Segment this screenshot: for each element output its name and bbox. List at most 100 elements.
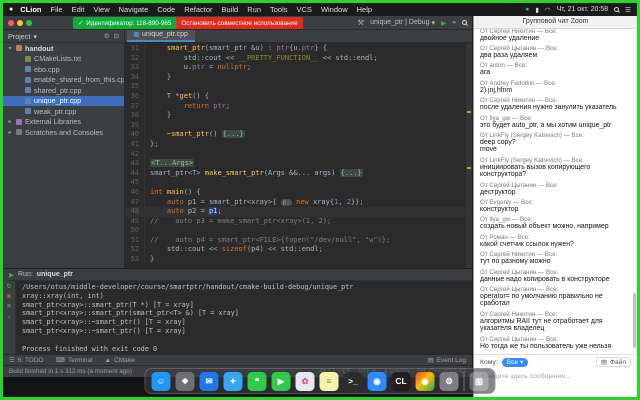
cpp-icon bbox=[25, 66, 31, 72]
menu-run[interactable]: Run bbox=[247, 5, 261, 14]
menu-view[interactable]: View bbox=[94, 5, 110, 14]
tree-item-ebo-cpp[interactable]: ebo.cpp bbox=[3, 64, 124, 75]
dock-chrome-icon[interactable]: ◉ bbox=[416, 372, 435, 391]
run-panel-title: Run: bbox=[18, 271, 33, 278]
run-config-selector[interactable]: unique_ptr | Debug ▾ bbox=[370, 19, 435, 27]
chat-scrollbar[interactable] bbox=[633, 293, 636, 348]
dock-facetime-icon[interactable]: ▶ bbox=[272, 372, 291, 391]
spotlight-icon[interactable] bbox=[614, 7, 619, 12]
menubar-clock[interactable]: Чт, 21 окт. 20:58 bbox=[557, 6, 609, 13]
console-line: smart_ptr<xray>::~smart_ptr() [T = xray] bbox=[22, 318, 466, 327]
toolwindow-terminal[interactable]: ⌨Terminal bbox=[56, 356, 93, 364]
stop-icon[interactable]: ■ bbox=[7, 293, 11, 300]
menu-edit[interactable]: Edit bbox=[72, 5, 85, 14]
tree-item-external-libraries[interactable]: ▸External Libraries bbox=[3, 117, 124, 128]
zoom-share-bar: ✓ Идентификатор: 118-890-965 Остановить … bbox=[73, 17, 303, 29]
chat-message: От anton — Все:ага bbox=[480, 62, 631, 76]
dock-trash-icon[interactable]: ▥ bbox=[470, 372, 489, 391]
menu-code[interactable]: Code bbox=[157, 5, 175, 14]
tree-item-scratches-and-consoles[interactable]: ▸Scratches and Consoles bbox=[3, 127, 124, 138]
editor-scrollbar[interactable] bbox=[466, 43, 472, 268]
debug-icon[interactable]: ● bbox=[452, 19, 456, 26]
rerun-icon[interactable]: ↻ bbox=[6, 283, 11, 290]
maximize-button[interactable] bbox=[26, 20, 32, 26]
run-icon[interactable]: ▶ bbox=[441, 19, 446, 27]
dock-launchpad-icon[interactable]: ❖ bbox=[176, 372, 195, 391]
apple-menu-icon[interactable]: ● bbox=[9, 6, 13, 13]
chat-recipient-selector[interactable]: Все ▾ bbox=[502, 358, 528, 367]
dock-messages-icon[interactable]: ❝ bbox=[248, 372, 267, 391]
dock-terminal-icon[interactable]: >_ bbox=[344, 372, 363, 391]
line-number: 34 bbox=[125, 73, 145, 83]
wifi-icon[interactable]: ◠ bbox=[545, 6, 551, 14]
menu-window[interactable]: Window bbox=[321, 5, 348, 14]
toolwindow-cmake[interactable]: ▲CMake bbox=[105, 356, 135, 364]
menu-vcs[interactable]: VCS bbox=[297, 5, 312, 14]
notification-center-icon[interactable]: ☰ bbox=[625, 6, 631, 14]
menu-build[interactable]: Build bbox=[222, 5, 239, 14]
project-panel-header[interactable]: Project ▾ ⚙ ⊟ bbox=[3, 30, 124, 43]
collapse-all-icon[interactable]: ⊟ bbox=[114, 32, 119, 40]
lib-icon bbox=[16, 119, 22, 125]
menu-file[interactable]: File bbox=[50, 5, 62, 14]
tree-item-cmakelists-txt[interactable]: CMakeLists.txt bbox=[3, 54, 124, 65]
chat-message-sender: От Сергей Никитин — Все: bbox=[480, 97, 631, 104]
code-editor[interactable]: 31 smart_ptr(smart_ptr &u) : ptr{u.ptr} … bbox=[125, 43, 472, 268]
line-number: 44 bbox=[125, 169, 145, 179]
tab-unique-ptr-cpp[interactable]: unique_ptr.cpp bbox=[127, 29, 195, 42]
menu-navigate[interactable]: Navigate bbox=[119, 5, 149, 14]
dock-notes-icon[interactable]: ≡ bbox=[320, 372, 339, 391]
tree-item-enable-shared-from-this-cpp[interactable]: enable_shared_from_this.cpp bbox=[3, 75, 124, 86]
tree-item-shared-ptr-cpp[interactable]: shared_ptr.cpp bbox=[3, 85, 124, 96]
code-text: auto p2 = p1; bbox=[145, 207, 222, 217]
gear-icon[interactable]: ⚙ bbox=[104, 32, 110, 40]
menu-tools[interactable]: Tools bbox=[270, 5, 288, 14]
toolwindow-6-todo[interactable]: ☰6: TODO bbox=[9, 356, 44, 364]
dock-clion-icon[interactable]: CL bbox=[392, 372, 411, 391]
tree-item-handout[interactable]: ▾handout bbox=[3, 43, 124, 54]
tree-item-label: weak_ptr.cpp bbox=[34, 107, 76, 116]
code-text: auto p1 = smart_ptr<xray>{ p: new xray{1… bbox=[145, 198, 364, 208]
console-settings-icon[interactable]: ≡ bbox=[7, 303, 11, 310]
chat-file-button[interactable]: ▤ Файл bbox=[596, 357, 631, 367]
folder-icon bbox=[16, 45, 22, 51]
close-button[interactable] bbox=[8, 20, 14, 26]
menu-refactor[interactable]: Refactor bbox=[184, 5, 212, 14]
run-console[interactable]: /Users/otus/middle-developer/course/smar… bbox=[16, 281, 472, 354]
dock-photos-icon[interactable]: ✿ bbox=[296, 372, 315, 391]
app-glyph: ✉ bbox=[205, 376, 212, 387]
code-text bbox=[145, 150, 150, 160]
stop-share-button[interactable]: Остановить совместное использование bbox=[176, 17, 302, 29]
run-tab-name[interactable]: unique_ptr bbox=[37, 271, 73, 278]
chat-message: От LinkFly (Sergey Katrevich) — Все:deep… bbox=[480, 132, 631, 154]
code-line: 39 bbox=[125, 121, 472, 131]
chat-file-label: Файл bbox=[610, 359, 626, 366]
scroll-to-end-icon[interactable]: ↓ bbox=[7, 313, 10, 320]
menu-help[interactable]: Help bbox=[357, 5, 372, 14]
dock-system-preferences-icon[interactable]: ⚙ bbox=[440, 372, 459, 391]
dock-zoom-icon[interactable]: ◉ bbox=[368, 372, 387, 391]
dock-safari-icon[interactable]: ✦ bbox=[224, 372, 243, 391]
minimize-button[interactable] bbox=[17, 20, 23, 26]
code-text bbox=[145, 82, 150, 92]
project-panel-title: Project bbox=[8, 32, 30, 41]
line-number: 33 bbox=[125, 63, 145, 73]
search-everywhere-icon[interactable] bbox=[462, 20, 467, 25]
dock-mail-icon[interactable]: ✉ bbox=[200, 372, 219, 391]
battery-icon[interactable]: ▮ bbox=[535, 6, 539, 14]
chat-message-input[interactable] bbox=[480, 372, 631, 381]
tree-item-label: CMakeLists.txt bbox=[34, 54, 81, 63]
code-text: // auto p4 = smart_ptr<FILE>{fopen("/dev… bbox=[145, 236, 390, 246]
zoom-menubar-icon[interactable]: ● bbox=[525, 6, 529, 13]
tree-item-unique-ptr-cpp[interactable]: unique_ptr.cpp bbox=[3, 96, 124, 107]
console-line bbox=[22, 336, 466, 345]
tree-item-weak-ptr-cpp[interactable]: weak_ptr.cpp bbox=[3, 106, 124, 117]
editor-zone: unique_ptr.cpp 31 smart_ptr(smart_ptr &u… bbox=[125, 30, 472, 268]
menu-clion[interactable]: CLion bbox=[20, 5, 41, 14]
code-text: } bbox=[145, 111, 171, 121]
chat-message-list[interactable]: От Сергей Никитин — Все:двойное удаление… bbox=[474, 29, 637, 354]
toolwindow-event-log[interactable]: ▤Event Log bbox=[428, 356, 466, 364]
build-hammer-icon[interactable]: ⚒ bbox=[357, 18, 364, 27]
dock-finder-icon[interactable]: ☺ bbox=[152, 372, 171, 391]
line-number: 37 bbox=[125, 102, 145, 112]
